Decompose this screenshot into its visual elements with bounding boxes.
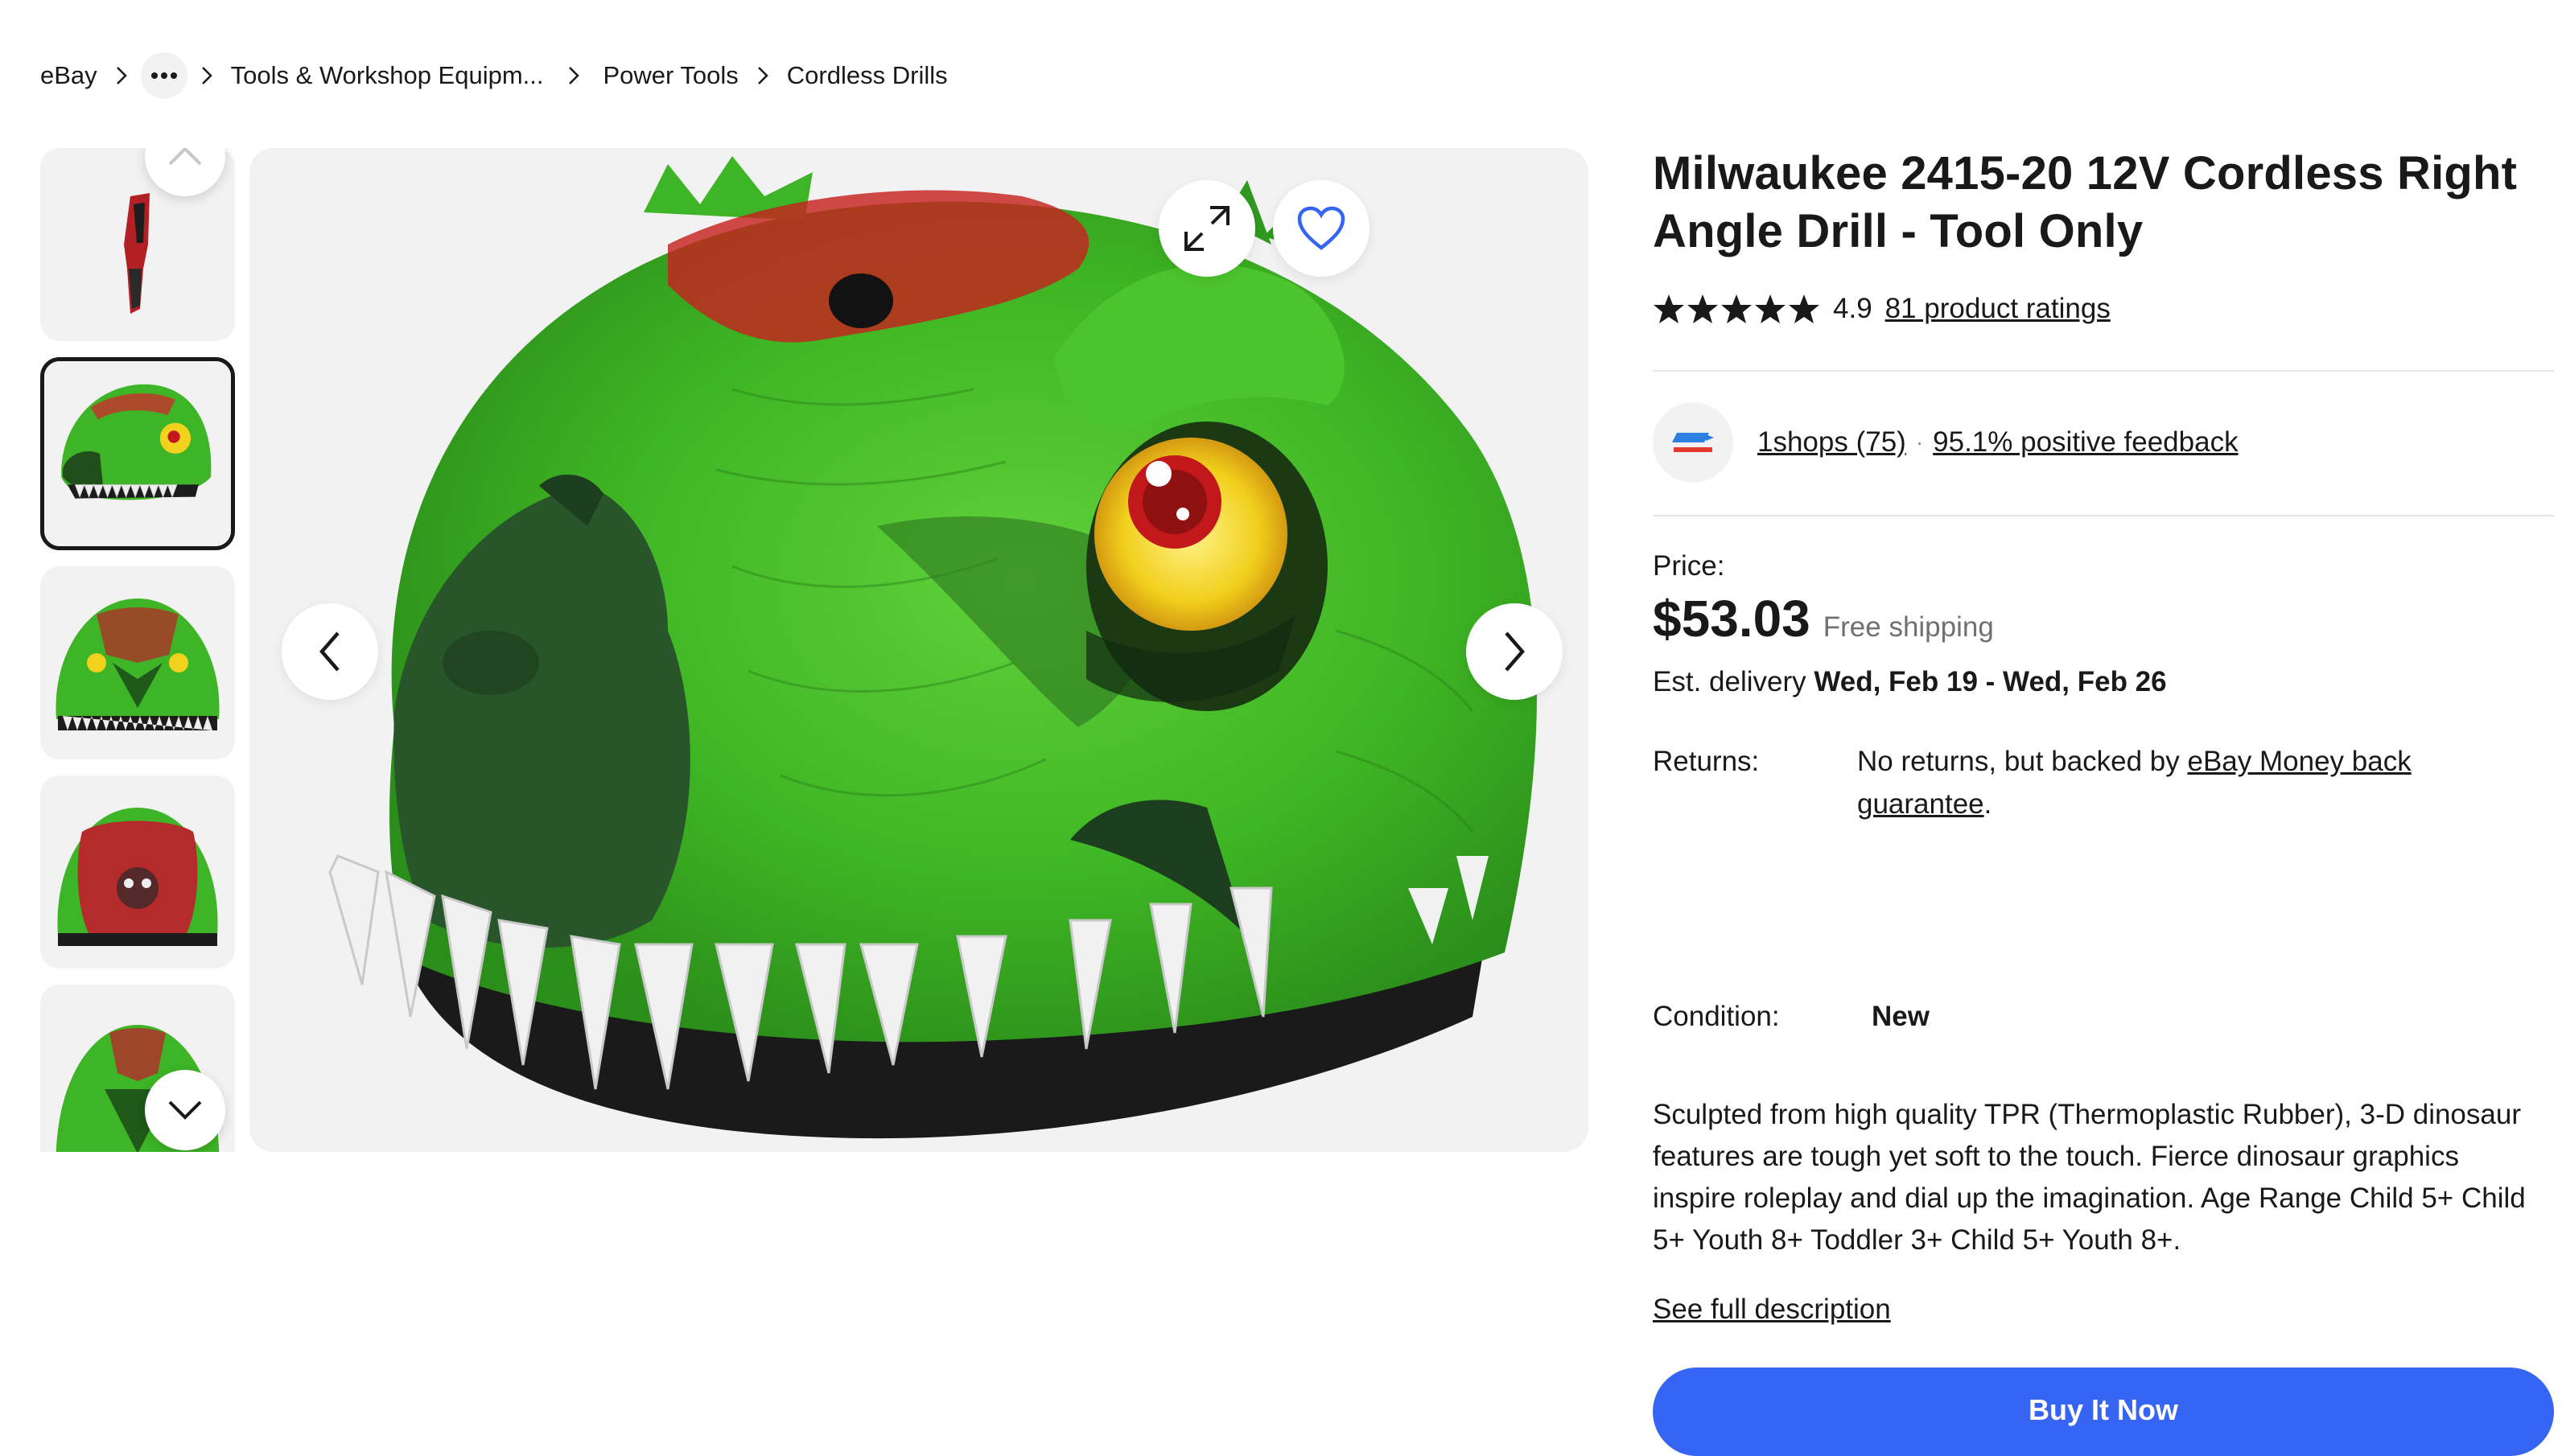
expand-icon xyxy=(1184,206,1230,251)
price-value: $53.03 xyxy=(1653,590,1810,648)
see-full-description-link[interactable]: See full description xyxy=(1653,1294,1891,1326)
thumbnails-next-button[interactable] xyxy=(145,1070,225,1150)
fastclick-logo-icon xyxy=(1672,433,1714,452)
divider xyxy=(1653,515,2554,516)
star-icon xyxy=(1687,294,1718,323)
breadcrumb-item-cordless-drills[interactable]: Cordless Drills xyxy=(787,61,948,90)
breadcrumb: eBay Tools & Workshop Equipm... Power To… xyxy=(40,51,948,100)
divider xyxy=(1653,370,2554,372)
expand-button[interactable] xyxy=(1159,180,1255,277)
seller-info: 1shops (75) · 95.1% positive feedback xyxy=(1653,402,2239,483)
buy-it-now-button[interactable]: Buy It Now xyxy=(1653,1368,2554,1456)
chevron-down-icon xyxy=(168,1100,202,1120)
returns-text: No returns, but backed by xyxy=(1857,746,2188,777)
shipping-text: Free shipping xyxy=(1823,611,1994,643)
chevron-right-icon xyxy=(739,65,787,86)
heart-icon xyxy=(1297,206,1345,250)
main-product-image[interactable] xyxy=(249,148,1588,1152)
product-title: Milwaukee 2415-20 12V Cordless Right Ang… xyxy=(1653,147,2518,257)
rating-score: 4.9 xyxy=(1833,293,1872,324)
image-prev-button[interactable] xyxy=(282,603,378,700)
image-next-button[interactable] xyxy=(1466,603,1563,700)
star-icon xyxy=(1654,294,1684,323)
estimated-delivery: Est. delivery Wed, Feb 19 - Wed, Feb 26 xyxy=(1653,666,2167,698)
star-icon xyxy=(1755,294,1786,323)
chevron-right-icon xyxy=(544,65,603,86)
delivery-label: Est. delivery xyxy=(1653,666,1806,697)
chevron-up-icon xyxy=(168,148,202,166)
returns-suffix: . xyxy=(1983,788,1992,820)
delivery-dates: Wed, Feb 19 - Wed, Feb 26 xyxy=(1814,666,2167,697)
seller-feedback-link[interactable]: 95.1% positive feedback xyxy=(1933,426,2238,459)
separator-dot: · xyxy=(1915,430,1924,454)
thumbnail-helmet-front[interactable] xyxy=(40,566,235,759)
star-icon xyxy=(1789,294,1819,323)
seller-name-link[interactable]: 1shops (75) xyxy=(1757,426,1906,459)
thumbnail-helmet-back[interactable] xyxy=(40,775,235,969)
helmet-back-thumbnail-image xyxy=(40,775,235,969)
condition-row: Condition: New xyxy=(1653,1001,1930,1033)
breadcrumb-item-power-tools[interactable]: Power Tools xyxy=(603,61,739,90)
star-rating xyxy=(1653,293,1822,325)
breadcrumb-item-ebay[interactable]: eBay xyxy=(40,61,97,90)
product-info: Milwaukee 2415-20 12V Cordless Right Ang… xyxy=(1653,145,2554,1456)
chevron-right-icon xyxy=(1505,631,1525,672)
seller-logo[interactable] xyxy=(1653,402,1733,483)
more-horizontal-icon[interactable] xyxy=(140,52,187,99)
condition-label: Condition: xyxy=(1653,1001,1780,1032)
star-icon xyxy=(1721,294,1752,323)
thumbnail-helmet-side[interactable] xyxy=(40,357,235,550)
breadcrumb-item-tools[interactable]: Tools & Workshop Equipm... xyxy=(231,61,544,90)
product-rating: 4.9 81 product ratings xyxy=(1653,293,2111,325)
helmet-side-thumbnail-image xyxy=(44,361,231,546)
price-label: Price: xyxy=(1653,550,1725,582)
chevron-right-icon xyxy=(97,65,146,86)
dinosaur-helmet-image xyxy=(328,156,1537,1139)
helmet-front-thumbnail-image xyxy=(40,566,235,759)
thumbnail-strip xyxy=(40,148,235,1152)
ratings-link[interactable]: 81 product ratings xyxy=(1885,293,2111,325)
returns-value: No returns, but backed by eBay Money bac… xyxy=(1857,740,2501,825)
chevron-right-icon xyxy=(183,65,231,86)
item-description: Sculpted from high quality TPR (Thermopl… xyxy=(1653,1099,2526,1256)
returns-label: Returns: xyxy=(1653,746,1760,777)
watch-button[interactable] xyxy=(1273,180,1370,277)
condition-value: New xyxy=(1872,1001,1930,1032)
chevron-left-icon xyxy=(319,631,340,672)
price-row: $53.03 Free shipping xyxy=(1653,589,1994,648)
